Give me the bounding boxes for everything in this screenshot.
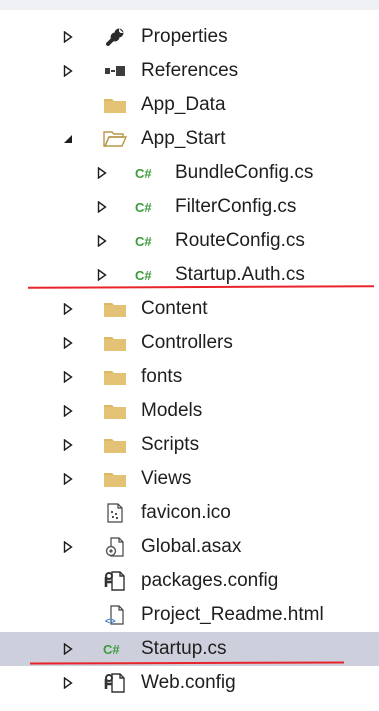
folder-icon — [102, 88, 128, 122]
tree-item-label: favicon.ico — [141, 502, 231, 523]
collapsed-arrow-icon[interactable] — [94, 190, 110, 224]
tree-item-content[interactable]: Content — [0, 292, 379, 326]
tree-item-models[interactable]: Models — [0, 394, 379, 428]
expanded-arrow-icon[interactable] — [60, 122, 76, 156]
tree-item-label: Content — [141, 298, 208, 319]
tree-item-label: Web.config — [141, 672, 236, 693]
tree-item-routeconfig[interactable]: C# RouteConfig.cs — [0, 224, 379, 258]
collapsed-arrow-icon[interactable] — [60, 530, 76, 564]
tree-item-label: Global.asax — [141, 536, 242, 557]
svg-text:C#: C# — [135, 234, 152, 249]
tree-item-app-data[interactable]: App_Data — [0, 88, 379, 122]
csharp-file-icon: C# — [134, 156, 160, 190]
html-file-icon: <> — [102, 598, 128, 632]
collapsed-arrow-icon[interactable] — [60, 292, 76, 326]
global-asax-icon — [102, 530, 128, 564]
collapsed-arrow-icon[interactable] — [60, 428, 76, 462]
csharp-file-icon: C# — [134, 224, 160, 258]
references-icon — [102, 54, 128, 88]
tree-item-app-start[interactable]: App_Start — [0, 122, 379, 156]
top-toolbar-strip — [0, 0, 379, 10]
collapsed-arrow-icon[interactable] — [60, 20, 76, 54]
tree-item-favicon[interactable]: favicon.ico — [0, 496, 379, 530]
tree-item-controllers[interactable]: Controllers — [0, 326, 379, 360]
svg-text:C#: C# — [135, 200, 152, 215]
config-file-icon — [102, 666, 128, 700]
tree-item-references[interactable]: References — [0, 54, 379, 88]
tree-item-global-asax[interactable]: Global.asax — [0, 530, 379, 564]
svg-text:C#: C# — [135, 268, 152, 283]
tree-item-bundleconfig[interactable]: C# BundleConfig.cs — [0, 156, 379, 190]
folder-icon — [102, 462, 128, 496]
tree-item-label: RouteConfig.cs — [175, 230, 305, 251]
solution-explorer-tree: Properties References App_Data App_Start — [0, 20, 379, 700]
tree-item-label: Views — [141, 468, 192, 489]
collapsed-arrow-icon[interactable] — [60, 54, 76, 88]
collapsed-arrow-icon[interactable] — [60, 394, 76, 428]
csharp-file-icon: C# — [134, 190, 160, 224]
tree-item-label: Startup.cs — [141, 638, 227, 659]
tree-item-label: Properties — [141, 26, 228, 47]
tree-item-label: BundleConfig.cs — [175, 162, 314, 183]
tree-item-label: App_Start — [141, 128, 226, 149]
tree-item-label: packages.config — [141, 570, 279, 591]
tree-item-label: Scripts — [141, 434, 200, 455]
folder-icon — [102, 360, 128, 394]
collapsed-arrow-icon[interactable] — [60, 326, 76, 360]
tree-item-label: References — [141, 60, 239, 81]
collapsed-arrow-icon[interactable] — [60, 360, 76, 394]
config-file-icon — [102, 564, 128, 598]
tree-item-filterconfig[interactable]: C# FilterConfig.cs — [0, 190, 379, 224]
wrench-icon — [102, 20, 128, 54]
collapsed-arrow-icon[interactable] — [94, 156, 110, 190]
svg-text:<>: <> — [105, 616, 116, 625]
tree-item-packages-config[interactable]: packages.config — [0, 564, 379, 598]
collapsed-arrow-icon[interactable] — [94, 224, 110, 258]
tree-item-web-config[interactable]: Web.config — [0, 666, 379, 700]
tree-item-views[interactable]: Views — [0, 462, 379, 496]
collapsed-arrow-icon[interactable] — [60, 632, 76, 666]
tree-item-project-readme[interactable]: <> Project_Readme.html — [0, 598, 379, 632]
collapsed-arrow-icon[interactable] — [60, 462, 76, 496]
tree-item-scripts[interactable]: Scripts — [0, 428, 379, 462]
tree-item-label: Controllers — [141, 332, 233, 353]
tree-item-properties[interactable]: Properties — [0, 20, 379, 54]
svg-text:C#: C# — [103, 642, 120, 657]
csharp-file-icon: C# — [102, 632, 128, 666]
tree-item-label: Project_Readme.html — [141, 604, 324, 625]
folder-icon — [102, 326, 128, 360]
folder-open-icon — [102, 122, 128, 156]
folder-icon — [102, 292, 128, 326]
tree-item-label: App_Data — [141, 94, 226, 115]
tree-item-label: fonts — [141, 366, 183, 387]
tree-item-fonts[interactable]: fonts — [0, 360, 379, 394]
tree-item-label: Models — [141, 400, 203, 421]
image-file-icon — [102, 496, 128, 530]
tree-item-label: FilterConfig.cs — [175, 196, 297, 217]
folder-icon — [102, 428, 128, 462]
collapsed-arrow-icon[interactable] — [60, 666, 76, 700]
svg-text:C#: C# — [135, 166, 152, 181]
folder-icon — [102, 394, 128, 428]
